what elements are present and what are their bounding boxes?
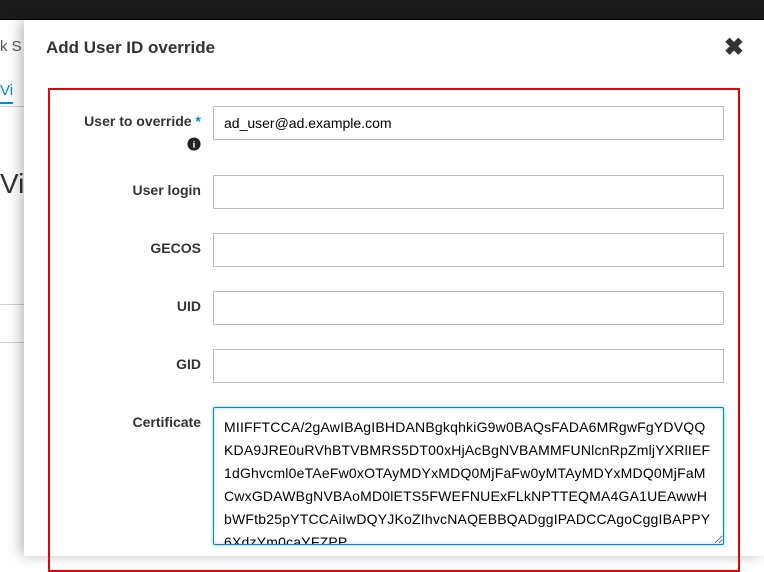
add-user-id-override-dialog: Add User ID override ✖ User to override *…	[24, 20, 764, 556]
label-user-to-override: User to override * i	[58, 106, 213, 151]
bg-fragment-text: k S	[0, 38, 22, 55]
field-row-user-to-override: User to override * i	[58, 106, 730, 151]
svg-text:i: i	[193, 140, 196, 151]
bg-heading-fragment: Vi	[0, 168, 24, 200]
dialog-title: Add User ID override	[46, 38, 215, 57]
dialog-body: User to override * i User login	[24, 72, 764, 572]
uid-input[interactable]	[213, 291, 724, 325]
gid-input[interactable]	[213, 349, 724, 383]
label-uid: UID	[58, 291, 213, 314]
label-text: User to override	[84, 113, 191, 129]
certificate-textarea[interactable]	[213, 407, 724, 545]
required-icon: *	[196, 113, 201, 129]
close-icon: ✖	[724, 34, 744, 61]
field-row-gecos: GECOS	[58, 233, 730, 267]
form-highlight-region: User to override * i User login	[48, 88, 740, 572]
label-gecos: GECOS	[58, 233, 213, 256]
field-row-gid: GID	[58, 349, 730, 383]
gecos-input[interactable]	[213, 233, 724, 267]
user-to-override-input[interactable]	[213, 106, 724, 140]
field-row-uid: UID	[58, 291, 730, 325]
close-button[interactable]: ✖	[724, 36, 744, 60]
field-row-certificate: Certificate	[58, 407, 730, 550]
bg-tab-fragment: Vi	[0, 82, 13, 104]
label-certificate: Certificate	[58, 407, 213, 430]
top-bar	[0, 0, 764, 20]
dialog-header: Add User ID override ✖	[24, 20, 764, 72]
user-login-input[interactable]	[213, 175, 724, 209]
label-user-login: User login	[58, 175, 213, 198]
label-gid: GID	[58, 349, 213, 372]
field-row-user-login: User login	[58, 175, 730, 209]
info-icon[interactable]: i	[187, 137, 201, 151]
